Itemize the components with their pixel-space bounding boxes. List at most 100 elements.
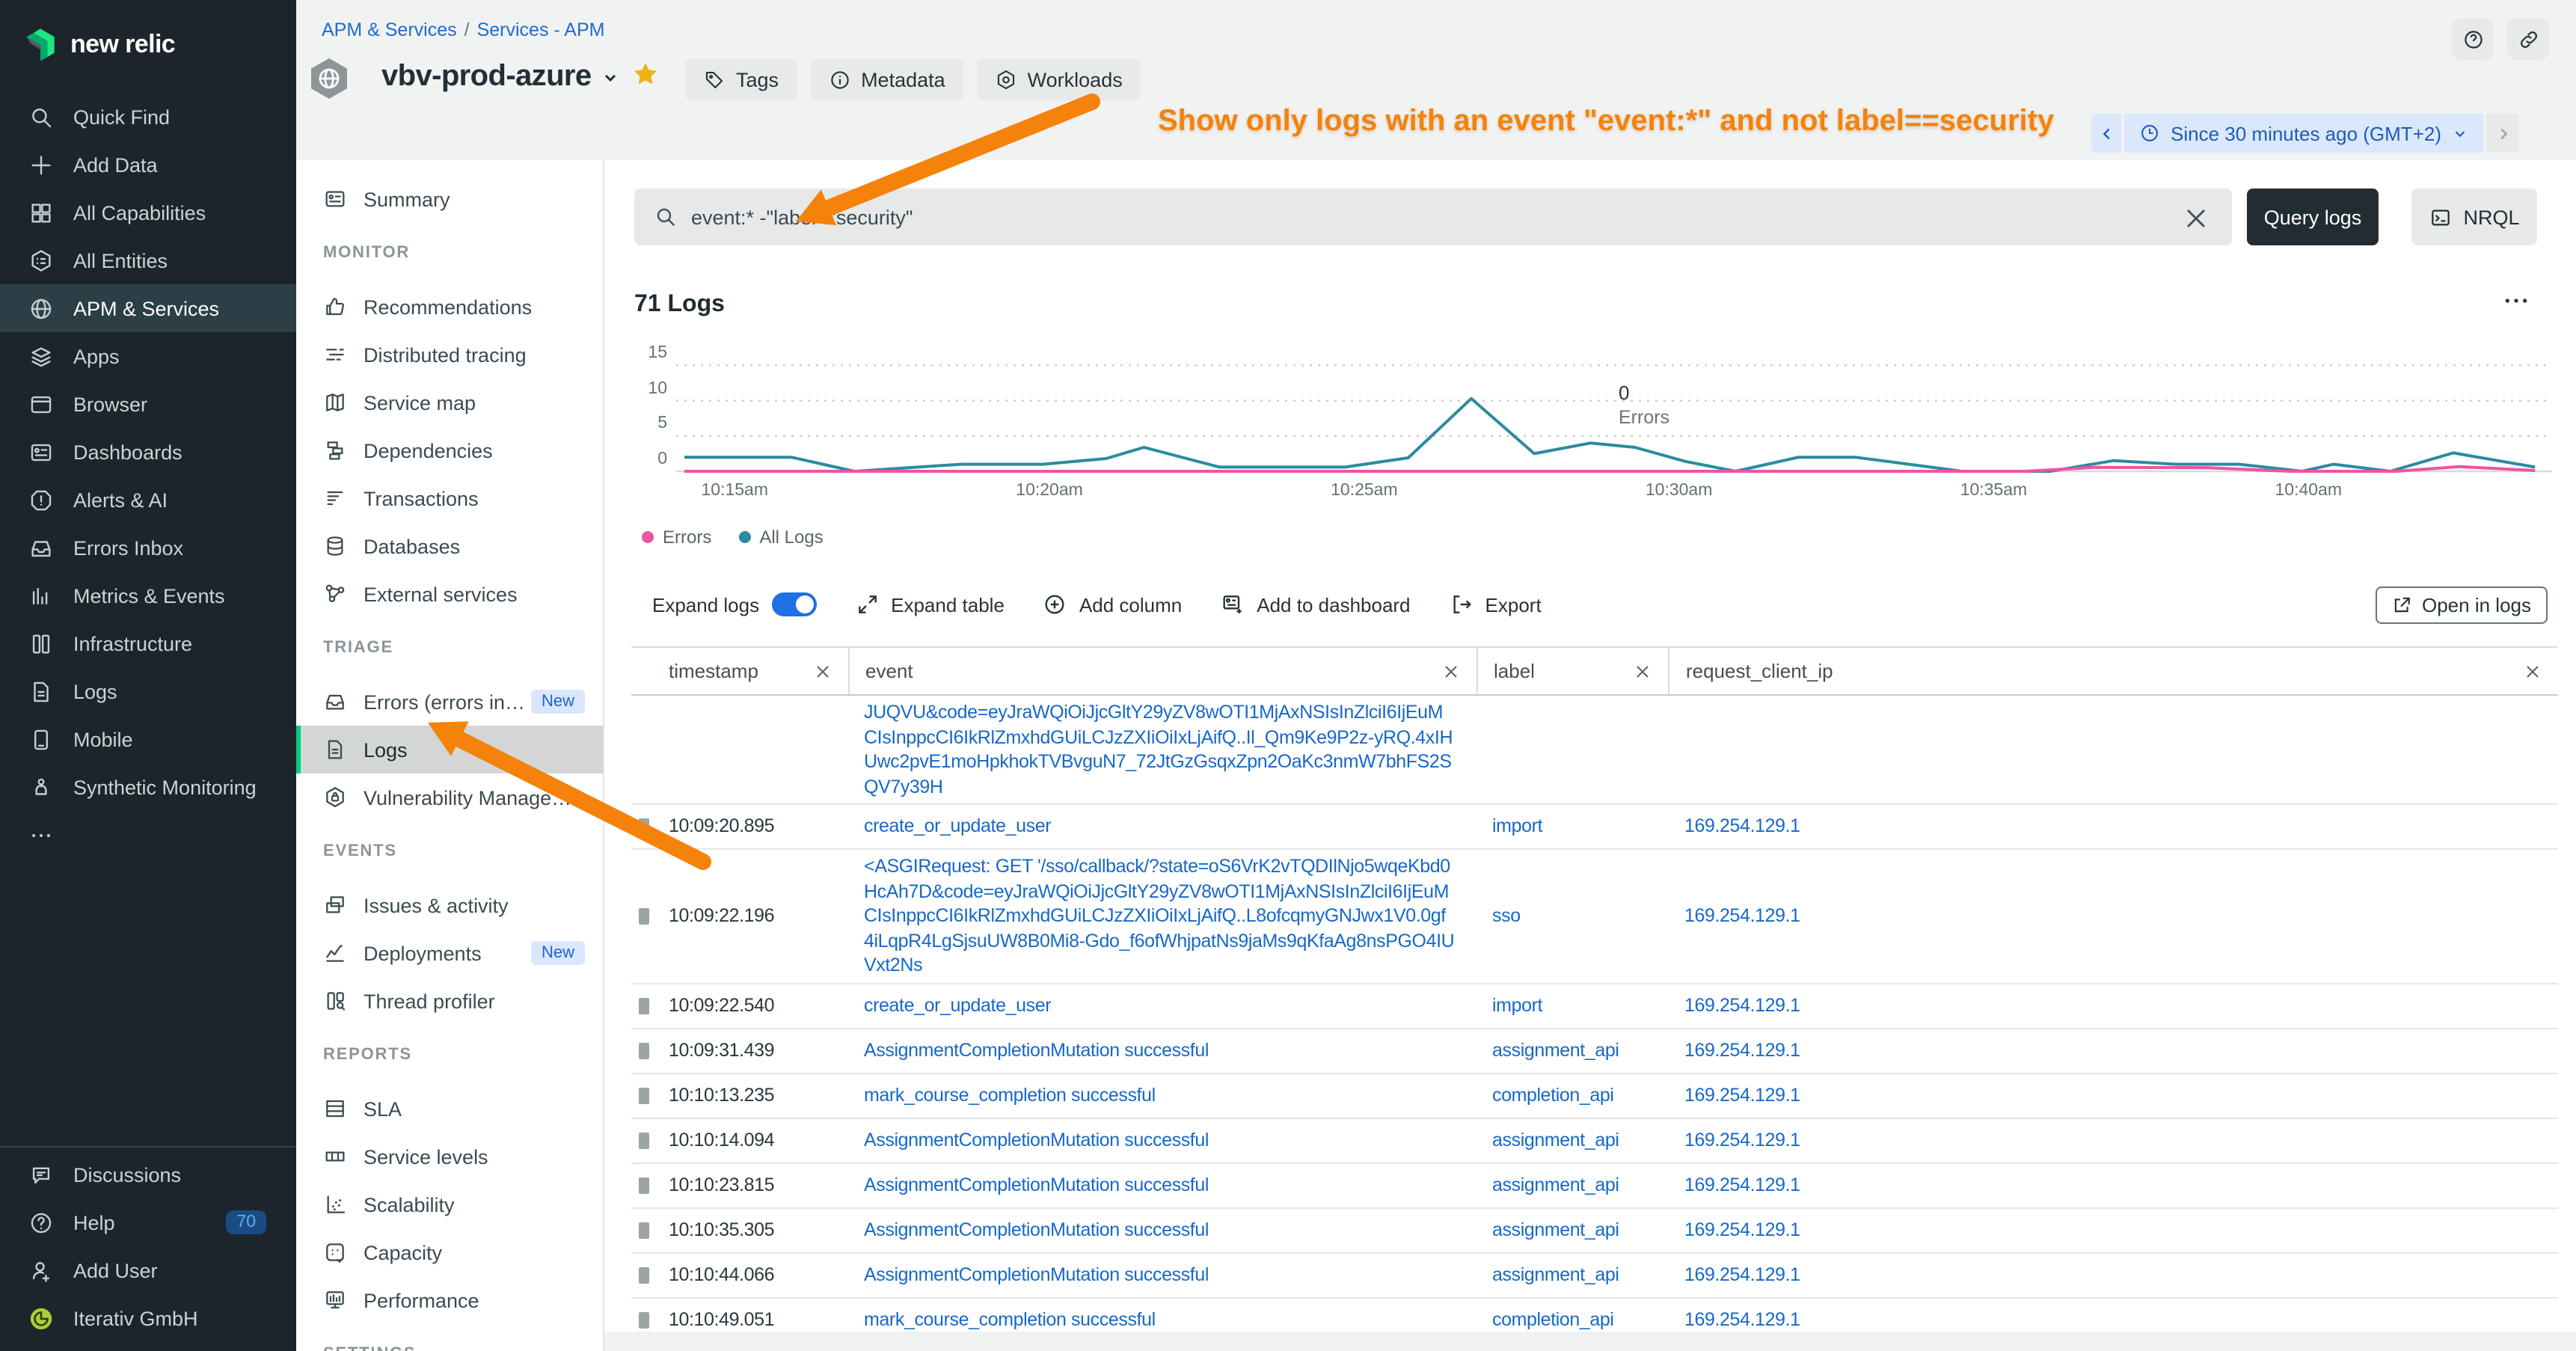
- sidebar-item-dashboards[interactable]: Dashboards: [0, 428, 296, 476]
- label-link[interactable]: completion_api: [1492, 1085, 1614, 1106]
- event-link[interactable]: AssignmentCompletionMutation successful: [864, 1040, 1209, 1061]
- column-header-label[interactable]: label: [1476, 648, 1668, 694]
- label-link[interactable]: assignment_api: [1492, 1130, 1619, 1151]
- sidebar-item-more[interactable]: [0, 811, 296, 859]
- table-row[interactable]: 10:10:13.235mark_course_completion succe…: [631, 1073, 2558, 1118]
- sidebar-item-errors-inbox[interactable]: Errors Inbox: [0, 524, 296, 572]
- log-search-input[interactable]: [634, 189, 2232, 245]
- sidebar-item-apps[interactable]: Apps: [0, 332, 296, 380]
- metadata-button[interactable]: Metadata: [810, 58, 963, 100]
- column-header-request-client-ip[interactable]: request_client_ip: [1668, 648, 2558, 694]
- copy-link-button[interactable]: [2507, 18, 2549, 60]
- entity-title-row[interactable]: vbv-prod-azure: [381, 60, 620, 94]
- label-link[interactable]: completion_api: [1492, 1309, 1614, 1330]
- table-row[interactable]: 10:09:31.439AssignmentCompletionMutation…: [631, 1029, 2558, 1073]
- add-column-button[interactable]: Add column: [1043, 592, 1182, 616]
- event-link[interactable]: JUQVU&code=eyJraWQiOiJjcGltY29yZV8wOTI1M…: [864, 702, 1453, 797]
- sidebar-item-browser[interactable]: Browser: [0, 380, 296, 428]
- sidebar-item-add-data[interactable]: Add Data: [0, 141, 296, 189]
- ip-link[interactable]: 169.254.129.1: [1684, 1130, 1800, 1151]
- column-header-event[interactable]: event: [847, 648, 1476, 694]
- sidebar-item-alerts-ai[interactable]: Alerts & AI: [0, 476, 296, 524]
- label-link[interactable]: import: [1492, 816, 1542, 837]
- ip-link[interactable]: 169.254.129.1: [1684, 816, 1800, 837]
- table-row[interactable]: 10:10:35.305AssignmentCompletionMutation…: [631, 1208, 2558, 1253]
- event-link[interactable]: mark_course_completion successful: [864, 1085, 1156, 1106]
- ip-link[interactable]: 169.254.129.1: [1684, 1040, 1800, 1061]
- subnav-item-errors-errors-inb-[interactable]: Errors (errors inb...New: [296, 678, 603, 726]
- sidebar-item-all-capabilities[interactable]: All Capabilities: [0, 189, 296, 236]
- add-to-dashboard-button[interactable]: Add to dashboard: [1221, 592, 1410, 616]
- sidebar-item-iterativ-gmbh[interactable]: Iterativ GmbH: [0, 1294, 296, 1342]
- column-header-timestamp[interactable]: timestamp: [631, 648, 847, 694]
- sidebar-item-metrics-events[interactable]: Metrics & Events: [0, 572, 296, 619]
- ip-link[interactable]: 169.254.129.1: [1684, 1174, 1800, 1195]
- toggle-on-icon[interactable]: [771, 592, 816, 616]
- event-link[interactable]: AssignmentCompletionMutation successful: [864, 1264, 1209, 1285]
- event-link[interactable]: AssignmentCompletionMutation successful: [864, 1130, 1209, 1151]
- breadcrumb-services-apm[interactable]: Services - APM: [477, 19, 605, 40]
- expand-table-button[interactable]: Expand table: [855, 592, 1005, 616]
- ip-link[interactable]: 169.254.129.1: [1684, 1219, 1800, 1240]
- sidebar-item-infrastructure[interactable]: Infrastructure: [0, 619, 296, 667]
- export-button[interactable]: Export: [1450, 592, 1542, 616]
- event-link[interactable]: create_or_update_user: [864, 995, 1051, 1016]
- table-row[interactable]: 10:10:44.066AssignmentCompletionMutation…: [631, 1253, 2558, 1298]
- sidebar-item-mobile[interactable]: Mobile: [0, 715, 296, 763]
- remove-column-icon[interactable]: [1632, 661, 1653, 681]
- subnav-item-service-map[interactable]: Service map: [296, 379, 603, 426]
- table-row[interactable]: 10:09:20.895create_or_update_userimport1…: [631, 805, 2558, 850]
- breadcrumb-apm-services[interactable]: APM & Services: [322, 19, 457, 40]
- subnav-item-distributed-tracing[interactable]: Distributed tracing: [296, 331, 603, 379]
- sidebar-item-quick-find[interactable]: Quick Find: [0, 93, 296, 141]
- time-forward-button[interactable]: [2486, 114, 2519, 153]
- ip-link[interactable]: 169.254.129.1: [1684, 1264, 1800, 1285]
- remove-column-icon[interactable]: [1440, 661, 1461, 681]
- ip-link[interactable]: 169.254.129.1: [1684, 1309, 1800, 1330]
- subnav-item-thread-profiler[interactable]: Thread profiler: [296, 977, 603, 1025]
- new-relic-logo[interactable]: new relic: [0, 0, 296, 72]
- event-link[interactable]: mark_course_completion successful: [864, 1309, 1156, 1330]
- open-in-logs-button[interactable]: Open in logs: [2376, 586, 2548, 624]
- legend-all-logs[interactable]: All Logs: [738, 527, 823, 548]
- workloads-button[interactable]: Workloads: [977, 58, 1141, 100]
- label-link[interactable]: sso: [1492, 905, 1521, 926]
- subnav-item-databases[interactable]: Databases: [296, 522, 603, 570]
- subnav-item-sla[interactable]: SLA: [296, 1085, 603, 1133]
- subnav-item-dependencies[interactable]: Dependencies: [296, 426, 603, 474]
- favorite-star-icon[interactable]: [631, 60, 660, 88]
- sidebar-item-add-user[interactable]: Add User: [0, 1246, 296, 1294]
- subnav-item-recommendations[interactable]: Recommendations: [296, 283, 603, 331]
- label-link[interactable]: assignment_api: [1492, 1264, 1619, 1285]
- sidebar-item-discussions[interactable]: Discussions: [0, 1151, 296, 1198]
- subnav-item-capacity[interactable]: Capacity: [296, 1228, 603, 1276]
- table-row[interactable]: 10:10:14.094AssignmentCompletionMutation…: [631, 1118, 2558, 1163]
- label-link[interactable]: import: [1492, 995, 1542, 1016]
- subnav-item-issues-activity[interactable]: Issues & activity: [296, 881, 603, 929]
- remove-column-icon[interactable]: [2522, 661, 2543, 681]
- event-link[interactable]: create_or_update_user: [864, 816, 1051, 837]
- clear-search-icon[interactable]: [2180, 202, 2212, 235]
- table-row[interactable]: 10:09:22.196<ASGIRequest: GET '/sso/call…: [631, 850, 2558, 984]
- subnav-item-vulnerability-management[interactable]: Vulnerability Management: [296, 773, 603, 821]
- label-link[interactable]: assignment_api: [1492, 1219, 1619, 1240]
- time-range-button[interactable]: Since 30 minutes ago (GMT+2): [2124, 114, 2483, 153]
- event-link[interactable]: AssignmentCompletionMutation successful: [864, 1219, 1209, 1240]
- sidebar-item-all-entities[interactable]: All Entities: [0, 236, 296, 284]
- subnav-item-logs[interactable]: Logs: [296, 726, 603, 773]
- subnav-item-service-levels[interactable]: Service levels: [296, 1133, 603, 1180]
- subnav-item-performance[interactable]: Performance: [296, 1276, 603, 1324]
- remove-column-icon[interactable]: [812, 661, 832, 681]
- table-row[interactable]: JUQVU&code=eyJraWQiOiJjcGltY29yZV8wOTI1M…: [631, 696, 2558, 805]
- subnav-item-transactions[interactable]: Transactions: [296, 474, 603, 522]
- sidebar-item-synthetic-monitoring[interactable]: Synthetic Monitoring: [0, 763, 296, 811]
- subnav-item-external-services[interactable]: External services: [296, 570, 603, 618]
- time-back-button[interactable]: [2091, 114, 2121, 153]
- sidebar-item-logs[interactable]: Logs: [0, 667, 296, 715]
- subnav-item-summary[interactable]: Summary: [296, 175, 603, 223]
- sidebar-item-help[interactable]: Help70: [0, 1198, 296, 1246]
- table-row[interactable]: 10:09:22.540create_or_update_userimport1…: [631, 984, 2558, 1029]
- subnav-item-deployments[interactable]: DeploymentsNew: [296, 929, 603, 977]
- label-link[interactable]: assignment_api: [1492, 1040, 1619, 1061]
- subnav-item-scalability[interactable]: Scalability: [296, 1180, 603, 1228]
